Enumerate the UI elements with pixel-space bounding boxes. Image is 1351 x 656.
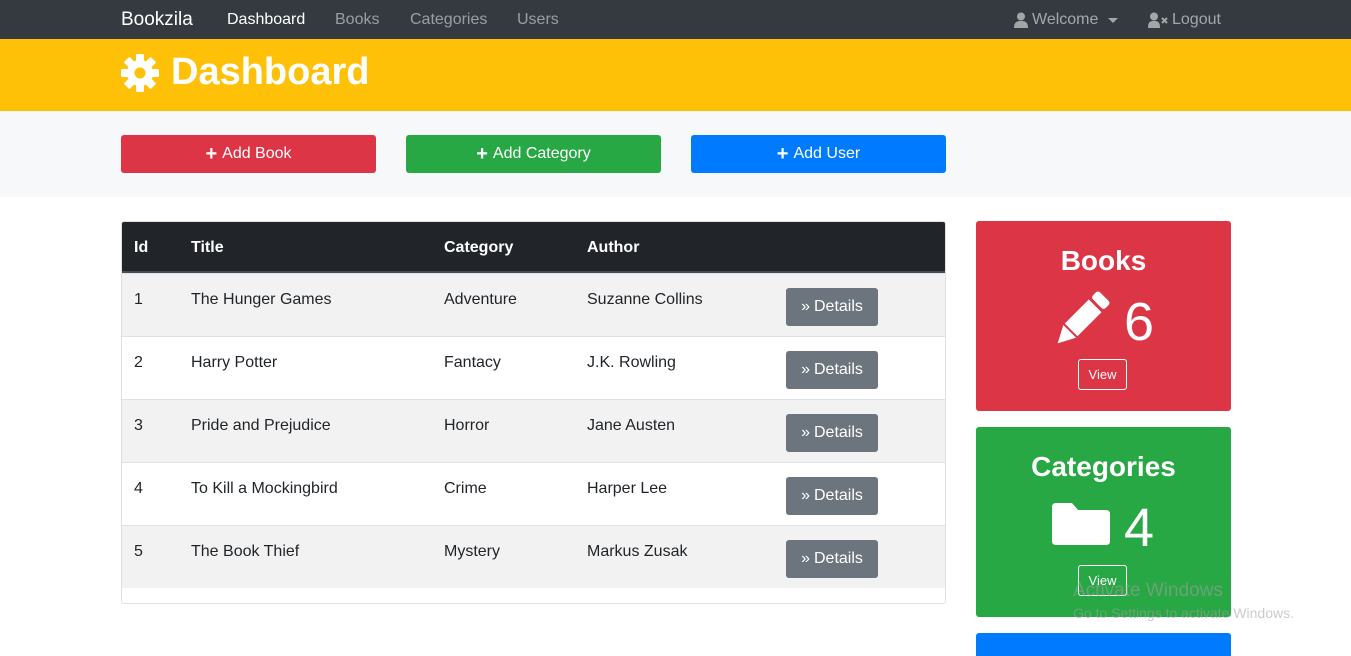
books-table: Id Title Category Author 1 The Hunger Ga…: [121, 221, 946, 604]
cell-id: 4: [134, 480, 143, 497]
cell-author: Harper Lee: [587, 480, 668, 497]
page-title-text: Dashboard: [171, 51, 370, 93]
cell-id: 5: [134, 543, 143, 560]
cell-category: Horror: [444, 417, 490, 434]
cell-title: Pride and Prejudice: [191, 417, 331, 434]
action-bar: + Add Book + Add Category + Add User: [0, 111, 1351, 197]
cell-title: The Hunger Games: [191, 291, 332, 308]
gear-icon: [121, 53, 159, 92]
plus-icon: +: [776, 143, 789, 165]
cell-id: 1: [134, 291, 143, 308]
users-stat-card: [976, 633, 1231, 656]
table-row: 4 To Kill a Mockingbird Crime Harper Lee…: [122, 462, 945, 525]
user-times-icon: [1148, 12, 1168, 28]
cell-author: Suzanne Collins: [587, 291, 703, 308]
books-stat-card: Books 6 View: [976, 221, 1231, 411]
column-header-author: Author: [587, 239, 640, 256]
cell-category: Crime: [444, 480, 487, 497]
details-button[interactable]: » Details: [786, 540, 878, 578]
cell-author: Jane Austen: [587, 417, 676, 434]
column-header-id: Id: [134, 239, 149, 256]
details-label: Details: [814, 298, 863, 315]
brand-logo[interactable]: Bookzila: [121, 9, 193, 31]
cell-category: Fantacy: [444, 354, 501, 371]
double-chevron-right-icon: »: [801, 424, 810, 441]
table-row: 5 The Book Thief Mystery Markus Zusak » …: [122, 525, 945, 588]
user-icon: [1014, 12, 1028, 28]
plus-icon: +: [476, 143, 488, 165]
double-chevron-right-icon: »: [801, 487, 810, 504]
table-row: 3 Pride and Prejudice Horror Jane Austen…: [122, 399, 945, 462]
details-button[interactable]: » Details: [786, 414, 878, 452]
details-label: Details: [814, 424, 863, 441]
logout-label: Logout: [1172, 11, 1221, 28]
nav-dashboard[interactable]: Dashboard: [227, 11, 305, 29]
details-button[interactable]: » Details: [786, 477, 878, 515]
double-chevron-right-icon: »: [801, 361, 810, 378]
details-label: Details: [814, 550, 863, 567]
table-row: 1 The Hunger Games Adventure Suzanne Col…: [122, 273, 945, 336]
books-count: 6: [1124, 292, 1155, 352]
welcome-label: Welcome: [1032, 11, 1099, 28]
nav-books[interactable]: Books: [335, 11, 379, 29]
plus-icon: +: [205, 143, 218, 165]
folder-icon: [1052, 503, 1110, 545]
details-label: Details: [814, 361, 863, 378]
activate-windows-subtext: Go to Settings to activate Windows.: [1073, 605, 1294, 621]
categories-card-title: Categories: [1031, 451, 1176, 482]
cell-id: 2: [134, 354, 143, 371]
page-header: Dashboard: [0, 39, 1351, 111]
page-title: Dashboard: [121, 51, 369, 94]
books-view-button[interactable]: View: [1078, 359, 1127, 390]
column-header-title: Title: [191, 239, 224, 256]
cell-category: Mystery: [444, 543, 500, 560]
cell-title: The Book Thief: [191, 543, 300, 560]
double-chevron-right-icon: »: [801, 550, 810, 567]
details-label: Details: [814, 487, 863, 504]
caret-down-icon: [1108, 17, 1119, 23]
add-book-button[interactable]: + Add Book: [121, 135, 376, 173]
navbar: Bookzila Dashboard Books Categories User…: [0, 0, 1351, 39]
cell-title: Harry Potter: [191, 354, 278, 371]
categories-count: 4: [1124, 498, 1155, 558]
column-header-category: Category: [444, 239, 514, 256]
nav-users[interactable]: Users: [517, 11, 559, 29]
add-book-label: Add Book: [222, 145, 292, 162]
add-category-label: Add Category: [492, 145, 591, 162]
books-card-title: Books: [1060, 245, 1147, 276]
cell-author: Markus Zusak: [587, 543, 688, 560]
cell-id: 3: [134, 417, 143, 434]
add-category-button[interactable]: + Add Category: [406, 135, 661, 173]
table-header: Id Title Category Author: [122, 222, 945, 273]
activate-windows-watermark: Activate Windows: [1073, 580, 1223, 601]
details-button[interactable]: » Details: [786, 288, 878, 326]
add-user-label: Add User: [793, 145, 861, 162]
nav-categories[interactable]: Categories: [410, 11, 487, 29]
welcome-dropdown[interactable]: Welcome: [1014, 11, 1119, 29]
pencil-icon: [1057, 291, 1110, 344]
double-chevron-right-icon: »: [801, 298, 810, 315]
table-row: 2 Harry Potter Fantacy J.K. Rowling » De…: [122, 336, 945, 399]
logout-link[interactable]: Logout: [1148, 11, 1221, 29]
details-button[interactable]: » Details: [786, 351, 878, 389]
add-user-button[interactable]: + Add User: [691, 135, 946, 173]
cell-title: To Kill a Mockingbird: [191, 480, 338, 497]
cell-category: Adventure: [444, 291, 517, 308]
cell-author: J.K. Rowling: [587, 354, 676, 371]
